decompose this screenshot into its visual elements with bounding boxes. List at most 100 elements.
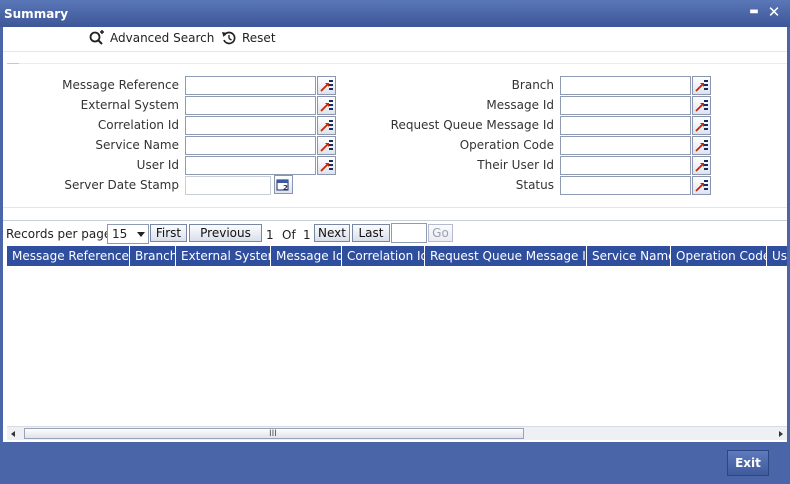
form-divider	[3, 207, 787, 208]
lov-icon	[320, 140, 333, 152]
column-header-branch[interactable]: Branch	[130, 246, 176, 266]
service-name-lov-button[interactable]	[317, 136, 336, 155]
last-page-button[interactable]: Last	[352, 224, 390, 242]
server-date-stamp-calendar-button[interactable]: 2	[274, 175, 293, 194]
status-input[interactable]	[560, 176, 691, 195]
message-reference-input[interactable]	[185, 76, 316, 95]
lov-icon	[320, 160, 333, 172]
scroll-right-button[interactable]	[773, 427, 787, 441]
column-header-external-system[interactable]: External System	[176, 246, 271, 266]
advanced-search-label: Advanced Search	[110, 31, 215, 45]
minimize-icon: ▬	[749, 6, 759, 17]
column-header-request-queue-message-id[interactable]: Request Queue Message Id	[425, 246, 587, 266]
column-header-operation-code[interactable]: Operation Code	[671, 246, 767, 266]
advanced-search-button[interactable]: Advanced Search	[88, 30, 214, 46]
scrollbar-thumb[interactable]: III	[24, 428, 524, 439]
request-queue-message-id-label: Request Queue Message Id	[390, 118, 554, 132]
user-id-lov-button[interactable]	[317, 156, 336, 175]
previous-page-button[interactable]: Previous	[189, 224, 262, 242]
scroll-grip: III	[269, 429, 277, 439]
server-date-stamp-label: Server Date Stamp	[64, 178, 179, 192]
lov-icon	[695, 180, 708, 192]
chevron-down-icon	[137, 232, 145, 237]
chevron-left-icon	[11, 431, 15, 437]
status-lov-button[interactable]	[692, 176, 711, 195]
results-grid-body	[7, 266, 787, 426]
correlation-id-label: Correlation Id	[97, 118, 179, 132]
toolbar-divider	[3, 51, 787, 52]
correlation-id-input[interactable]	[185, 116, 316, 135]
calendar-icon: 2	[276, 179, 289, 192]
lov-icon	[695, 160, 708, 172]
user-id-input[interactable]	[185, 156, 316, 175]
results-divider	[3, 220, 787, 221]
of-label: Of	[282, 228, 296, 242]
their-user-id-lov-button[interactable]	[692, 156, 711, 175]
records-per-page-label: Records per page	[6, 227, 112, 241]
external-system-lov-button[interactable]	[317, 96, 336, 115]
user-id-label: User Id	[136, 158, 179, 172]
column-header-service-name[interactable]: Service Name	[587, 246, 671, 266]
column-header-user-id[interactable]: User Id	[767, 246, 787, 266]
minimize-button[interactable]: ▬	[746, 3, 762, 21]
service-name-input[interactable]	[185, 136, 316, 155]
pagination-bar: Records per page 15 First Previous 1 Of …	[3, 223, 787, 245]
column-header-correlation-id[interactable]: Correlation Id	[342, 246, 425, 266]
server-date-stamp-input[interactable]	[185, 176, 271, 195]
reset-label: Reset	[242, 31, 276, 45]
branch-label: Branch	[511, 78, 554, 92]
first-page-button[interactable]: First	[150, 224, 187, 242]
records-per-page-value: 15	[112, 227, 128, 241]
footer-bar: Exit	[0, 442, 790, 484]
operation-code-label: Operation Code	[459, 138, 554, 152]
message-id-label: Message Id	[486, 98, 554, 112]
request-queue-message-id-lov-button[interactable]	[692, 116, 711, 135]
window-title: Summary	[4, 7, 69, 21]
scroll-left-button[interactable]	[7, 427, 21, 441]
lov-icon	[695, 100, 708, 112]
request-queue-message-id-input[interactable]	[560, 116, 691, 135]
lov-icon	[320, 80, 333, 92]
lov-icon	[695, 140, 708, 152]
message-id-lov-button[interactable]	[692, 96, 711, 115]
section-divider	[19, 63, 787, 64]
operation-code-lov-button[interactable]	[692, 136, 711, 155]
column-header-message-reference[interactable]: Message Reference	[7, 246, 130, 266]
title-bar: Summary ▬ ✕	[0, 0, 790, 27]
column-header-message-id[interactable]: Message Id	[271, 246, 342, 266]
reset-button[interactable]: Reset	[221, 30, 276, 46]
close-icon: ✕	[767, 3, 781, 21]
current-page: 1	[266, 228, 274, 242]
service-name-label: Service Name	[95, 138, 179, 152]
close-button[interactable]: ✕	[766, 3, 782, 21]
external-system-label: External System	[80, 98, 179, 112]
exit-button[interactable]: Exit	[727, 450, 769, 476]
records-per-page-select[interactable]: 15	[107, 224, 149, 244]
message-id-input[interactable]	[560, 96, 691, 115]
reset-icon	[222, 31, 236, 45]
total-pages: 1	[303, 228, 311, 242]
branch-lov-button[interactable]	[692, 76, 711, 95]
horizontal-scrollbar[interactable]: III	[7, 426, 787, 440]
lov-icon	[320, 120, 333, 132]
next-page-button[interactable]: Next	[314, 224, 350, 242]
status-label: Status	[515, 178, 554, 192]
advanced-search-icon	[89, 30, 104, 45]
results-grid-header: Message Reference Branch External System…	[7, 246, 787, 266]
go-button[interactable]: Go	[428, 224, 453, 242]
section-tick	[7, 63, 19, 64]
window-frame: Summary ▬ ✕ Advanced Search Reset Messag…	[0, 0, 790, 484]
correlation-id-lov-button[interactable]	[317, 116, 336, 135]
goto-page-input[interactable]	[391, 223, 427, 243]
summary-content: Advanced Search Reset Message Reference …	[3, 27, 787, 442]
message-reference-label: Message Reference	[62, 78, 179, 92]
branch-input[interactable]	[560, 76, 691, 95]
chevron-right-icon	[779, 431, 783, 437]
lov-icon	[695, 120, 708, 132]
toolbar: Advanced Search Reset	[3, 27, 787, 52]
operation-code-input[interactable]	[560, 136, 691, 155]
external-system-input[interactable]	[185, 96, 316, 115]
message-reference-lov-button[interactable]	[317, 76, 336, 95]
their-user-id-input[interactable]	[560, 156, 691, 175]
their-user-id-label: Their User Id	[477, 158, 554, 172]
